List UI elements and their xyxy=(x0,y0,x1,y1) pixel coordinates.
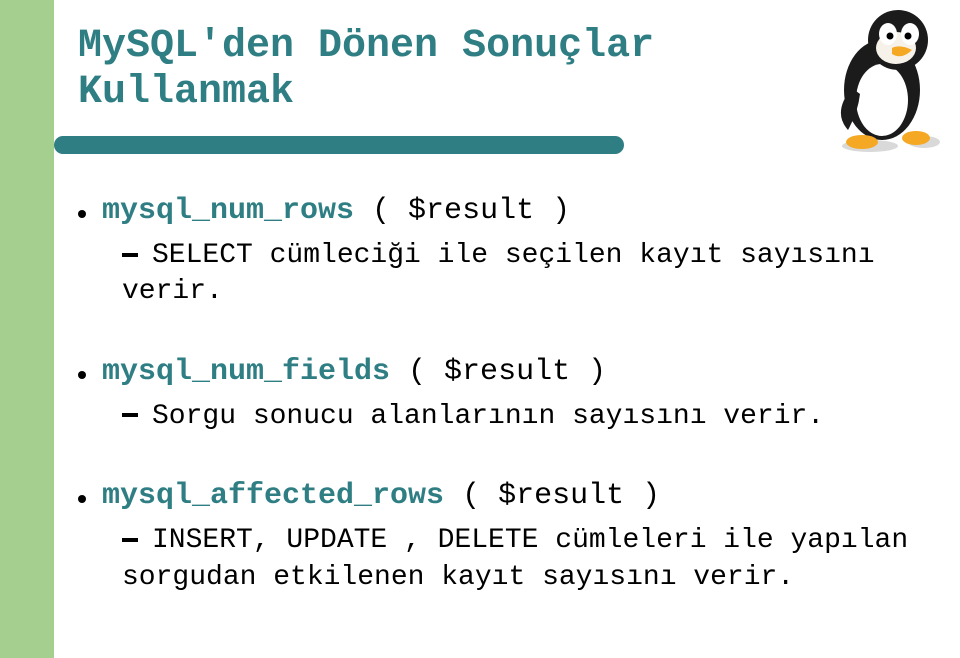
title-line-1: MySQL'den Dönen Sonuçlar xyxy=(78,24,654,69)
sub-bullet-text: INSERT, UPDATE , DELETE cümleleri ile ya… xyxy=(122,525,908,592)
sub-bullet: Sorgu sonucu alanlarının sayısını verir. xyxy=(122,399,930,435)
code-args: ( $result ) xyxy=(354,194,570,228)
bullet-item: mysql_affected_rows ( $result ) xyxy=(78,479,930,513)
dash-icon xyxy=(122,413,138,417)
sub-bullet: INSERT, UPDATE , DELETE cümleleri ile ya… xyxy=(122,523,930,596)
bullet-item: mysql_num_fields ( $result ) xyxy=(78,355,930,389)
content-area: MySQL'den Dönen Sonuçlar Kullanmak mysql… xyxy=(78,24,930,596)
sub-bullet-text: Sorgu sonucu alanlarının sayısını verir. xyxy=(152,401,824,432)
code-function: mysql_num_fields xyxy=(102,355,390,389)
code-function: mysql_num_rows xyxy=(102,194,354,228)
left-accent-band xyxy=(0,0,54,658)
sub-bullet: SELECT cümleciği ile seçilen kayıt sayıs… xyxy=(122,238,930,311)
code-function: mysql_affected_rows xyxy=(102,479,444,513)
slide-title: MySQL'den Dönen Sonuçlar Kullanmak xyxy=(78,24,930,116)
bullet-dot-icon xyxy=(78,210,86,218)
code-args: ( $result ) xyxy=(390,355,606,389)
title-line-2: Kullanmak xyxy=(78,70,294,115)
dash-icon xyxy=(122,253,138,257)
title-underline xyxy=(54,136,624,154)
code-args: ( $result ) xyxy=(444,479,660,513)
slide: MySQL'den Dönen Sonuçlar Kullanmak mysql… xyxy=(0,0,960,658)
dash-icon xyxy=(122,538,138,542)
title-underline-wrap xyxy=(78,136,930,160)
sub-bullet-text: SELECT cümleciği ile seçilen kayıt sayıs… xyxy=(122,240,875,307)
bullet-item: mysql_num_rows ( $result ) xyxy=(78,194,930,228)
bullet-dot-icon xyxy=(78,495,86,503)
bullet-dot-icon xyxy=(78,371,86,379)
